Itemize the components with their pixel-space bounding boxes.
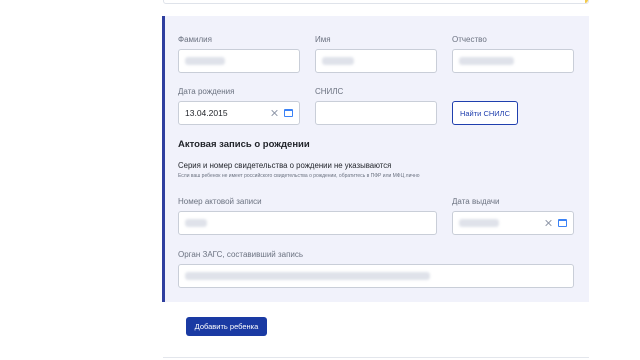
birth-date-value: 13.04.2015 (185, 108, 228, 118)
add-child-button[interactable]: Добавить ребенка (186, 317, 267, 336)
birth-date-field[interactable]: 13.04.2015 (178, 101, 300, 125)
close-icon[interactable] (544, 219, 552, 227)
surname-label: Фамилия (178, 35, 212, 44)
record-number-label: Номер актовой записи (178, 197, 262, 206)
calendar-icon[interactable] (558, 219, 567, 227)
issue-date-field[interactable] (452, 211, 574, 235)
name-label: Имя (315, 35, 331, 44)
issue-date-value-redacted (459, 219, 544, 227)
bottom-divider (163, 357, 589, 358)
warning-accent-strip (585, 0, 588, 3)
patronymic-label: Отчество (452, 35, 487, 44)
close-icon[interactable] (270, 109, 278, 117)
certificate-note-title: Серия и номер свидетельства о рождении н… (178, 161, 392, 170)
registry-office-field[interactable] (178, 264, 574, 288)
patronymic-field[interactable] (452, 49, 574, 73)
find-snils-button[interactable]: Найти СНИЛС (452, 101, 518, 125)
surname-field[interactable] (178, 49, 300, 73)
issue-date-label: Дата выдачи (452, 197, 500, 206)
record-number-field[interactable] (178, 211, 437, 235)
birth-record-heading: Актовая запись о рождении (178, 139, 310, 150)
patronymic-value-redacted (459, 57, 567, 65)
previous-card (163, 0, 589, 4)
certificate-note-hint: Если ваш ребенок не имеет российского св… (178, 173, 420, 179)
name-field[interactable] (315, 49, 437, 73)
snils-label: СНИЛС (315, 87, 344, 96)
birth-date-label: Дата рождения (178, 87, 235, 96)
registry-office-label: Орган ЗАГС, составивший запись (178, 250, 304, 259)
snils-field[interactable] (315, 101, 437, 125)
surname-value-redacted (185, 57, 293, 65)
registry-office-value-redacted (185, 272, 567, 280)
name-value-redacted (322, 57, 430, 65)
child-form-panel: Фамилия Имя Отчество Дата рождения 13.04… (162, 16, 589, 302)
calendar-icon[interactable] (284, 109, 293, 117)
record-number-value-redacted (185, 219, 430, 227)
